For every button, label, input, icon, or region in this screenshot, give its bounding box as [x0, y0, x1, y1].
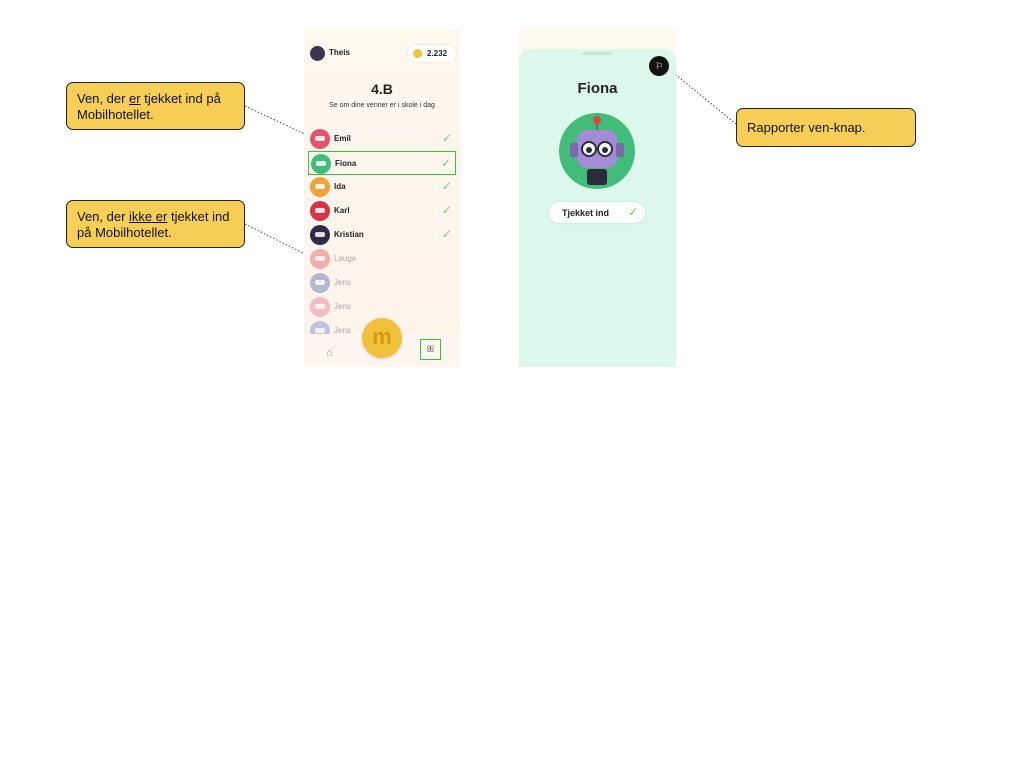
checked-in-status: Tjekket ind ✓: [549, 202, 645, 223]
robot-avatar-art: [570, 116, 624, 185]
friend-row[interactable]: Emil ✓: [308, 127, 456, 151]
friend-row-not-checked-in[interactable]: Lauge: [308, 247, 456, 271]
user-name: Theis: [329, 48, 350, 57]
friend-name: Ida: [334, 182, 346, 191]
report-flag-icon[interactable]: ⚐: [649, 56, 669, 76]
class-screen: Theis 2.232 4.B Se om dine venner er i s…: [304, 29, 460, 367]
coin-balance[interactable]: 2.232: [408, 45, 456, 62]
friend-avatar: [310, 273, 330, 293]
friend-row[interactable]: Karl ✓: [308, 199, 456, 223]
check-icon: ✓: [627, 205, 638, 219]
friend-row[interactable]: Ida ✓: [308, 175, 456, 199]
user-avatar[interactable]: [310, 46, 325, 61]
friend-name: Jens: [334, 302, 351, 311]
leader-line-report: [669, 69, 737, 125]
friend-detail-screen: ⚐ Fiona Tjekket ind ✓: [519, 29, 676, 367]
callout-checked-in-pre: Ven, der: [77, 91, 130, 106]
coin-amount: 2.232: [427, 49, 448, 58]
friend-avatar: [310, 297, 330, 317]
callout-checked-in-em: er: [129, 91, 141, 106]
callout-checked-in: Ven, der er tjekket ind på Mobilhotellet…: [66, 82, 245, 130]
m-coin-button[interactable]: m: [362, 318, 402, 358]
friend-name: Karl: [334, 206, 350, 215]
bottom-nav: ⌂ m ꕤ: [304, 318, 460, 367]
check-icon: ✓: [440, 156, 451, 170]
friend-row-not-checked-in[interactable]: Jens: [308, 295, 456, 319]
check-icon: ✓: [441, 227, 452, 241]
sheet-handle[interactable]: [582, 52, 612, 55]
friend-name: Kristian: [334, 230, 364, 239]
friend-row-not-checked-in[interactable]: Jens: [308, 271, 456, 295]
callout-report: Rapporter ven-knap.: [736, 108, 916, 147]
friend-avatar: [310, 225, 330, 245]
class-subtitle: Se om dine venner er i skole i dag: [329, 102, 435, 109]
callout-not-checked-in-em: ikke er: [129, 209, 168, 224]
callout-report-text: Rapporter ven-knap.: [747, 120, 866, 135]
callout-not-checked-in: Ven, der ikke er tjekket ind på Mobilhot…: [66, 200, 245, 248]
callout-not-checked-in-pre: Ven, der: [77, 209, 130, 224]
checked-in-label: Tjekket ind: [562, 208, 610, 218]
friend-name: Fiona: [335, 159, 357, 168]
friends-icon[interactable]: ꕤ: [420, 339, 441, 360]
robot-avatar: [559, 113, 635, 189]
coin-icon: [413, 49, 422, 58]
friend-avatar: [310, 129, 330, 149]
friend-avatar: [310, 177, 330, 197]
friend-row[interactable]: Kristian ✓: [308, 223, 456, 247]
friend-detail-name: Fiona: [577, 80, 618, 97]
class-title: 4.B: [371, 81, 393, 97]
leader-line-not-checked-in: [244, 223, 310, 257]
friend-avatar: [311, 154, 331, 174]
leader-line-checked-in: [244, 105, 310, 137]
friend-avatar: [310, 249, 330, 269]
home-icon[interactable]: ⌂: [326, 347, 333, 359]
check-icon: ✓: [441, 131, 452, 145]
friend-name: Emil: [334, 134, 351, 143]
friend-name: Lauge: [334, 254, 357, 263]
check-icon: ✓: [441, 179, 452, 193]
friend-avatar: [310, 201, 330, 221]
check-icon: ✓: [441, 203, 452, 217]
top-bar: Theis 2.232: [310, 45, 456, 63]
friend-name: Jens: [334, 278, 351, 287]
friend-row-selected[interactable]: Fiona ✓: [308, 151, 456, 175]
